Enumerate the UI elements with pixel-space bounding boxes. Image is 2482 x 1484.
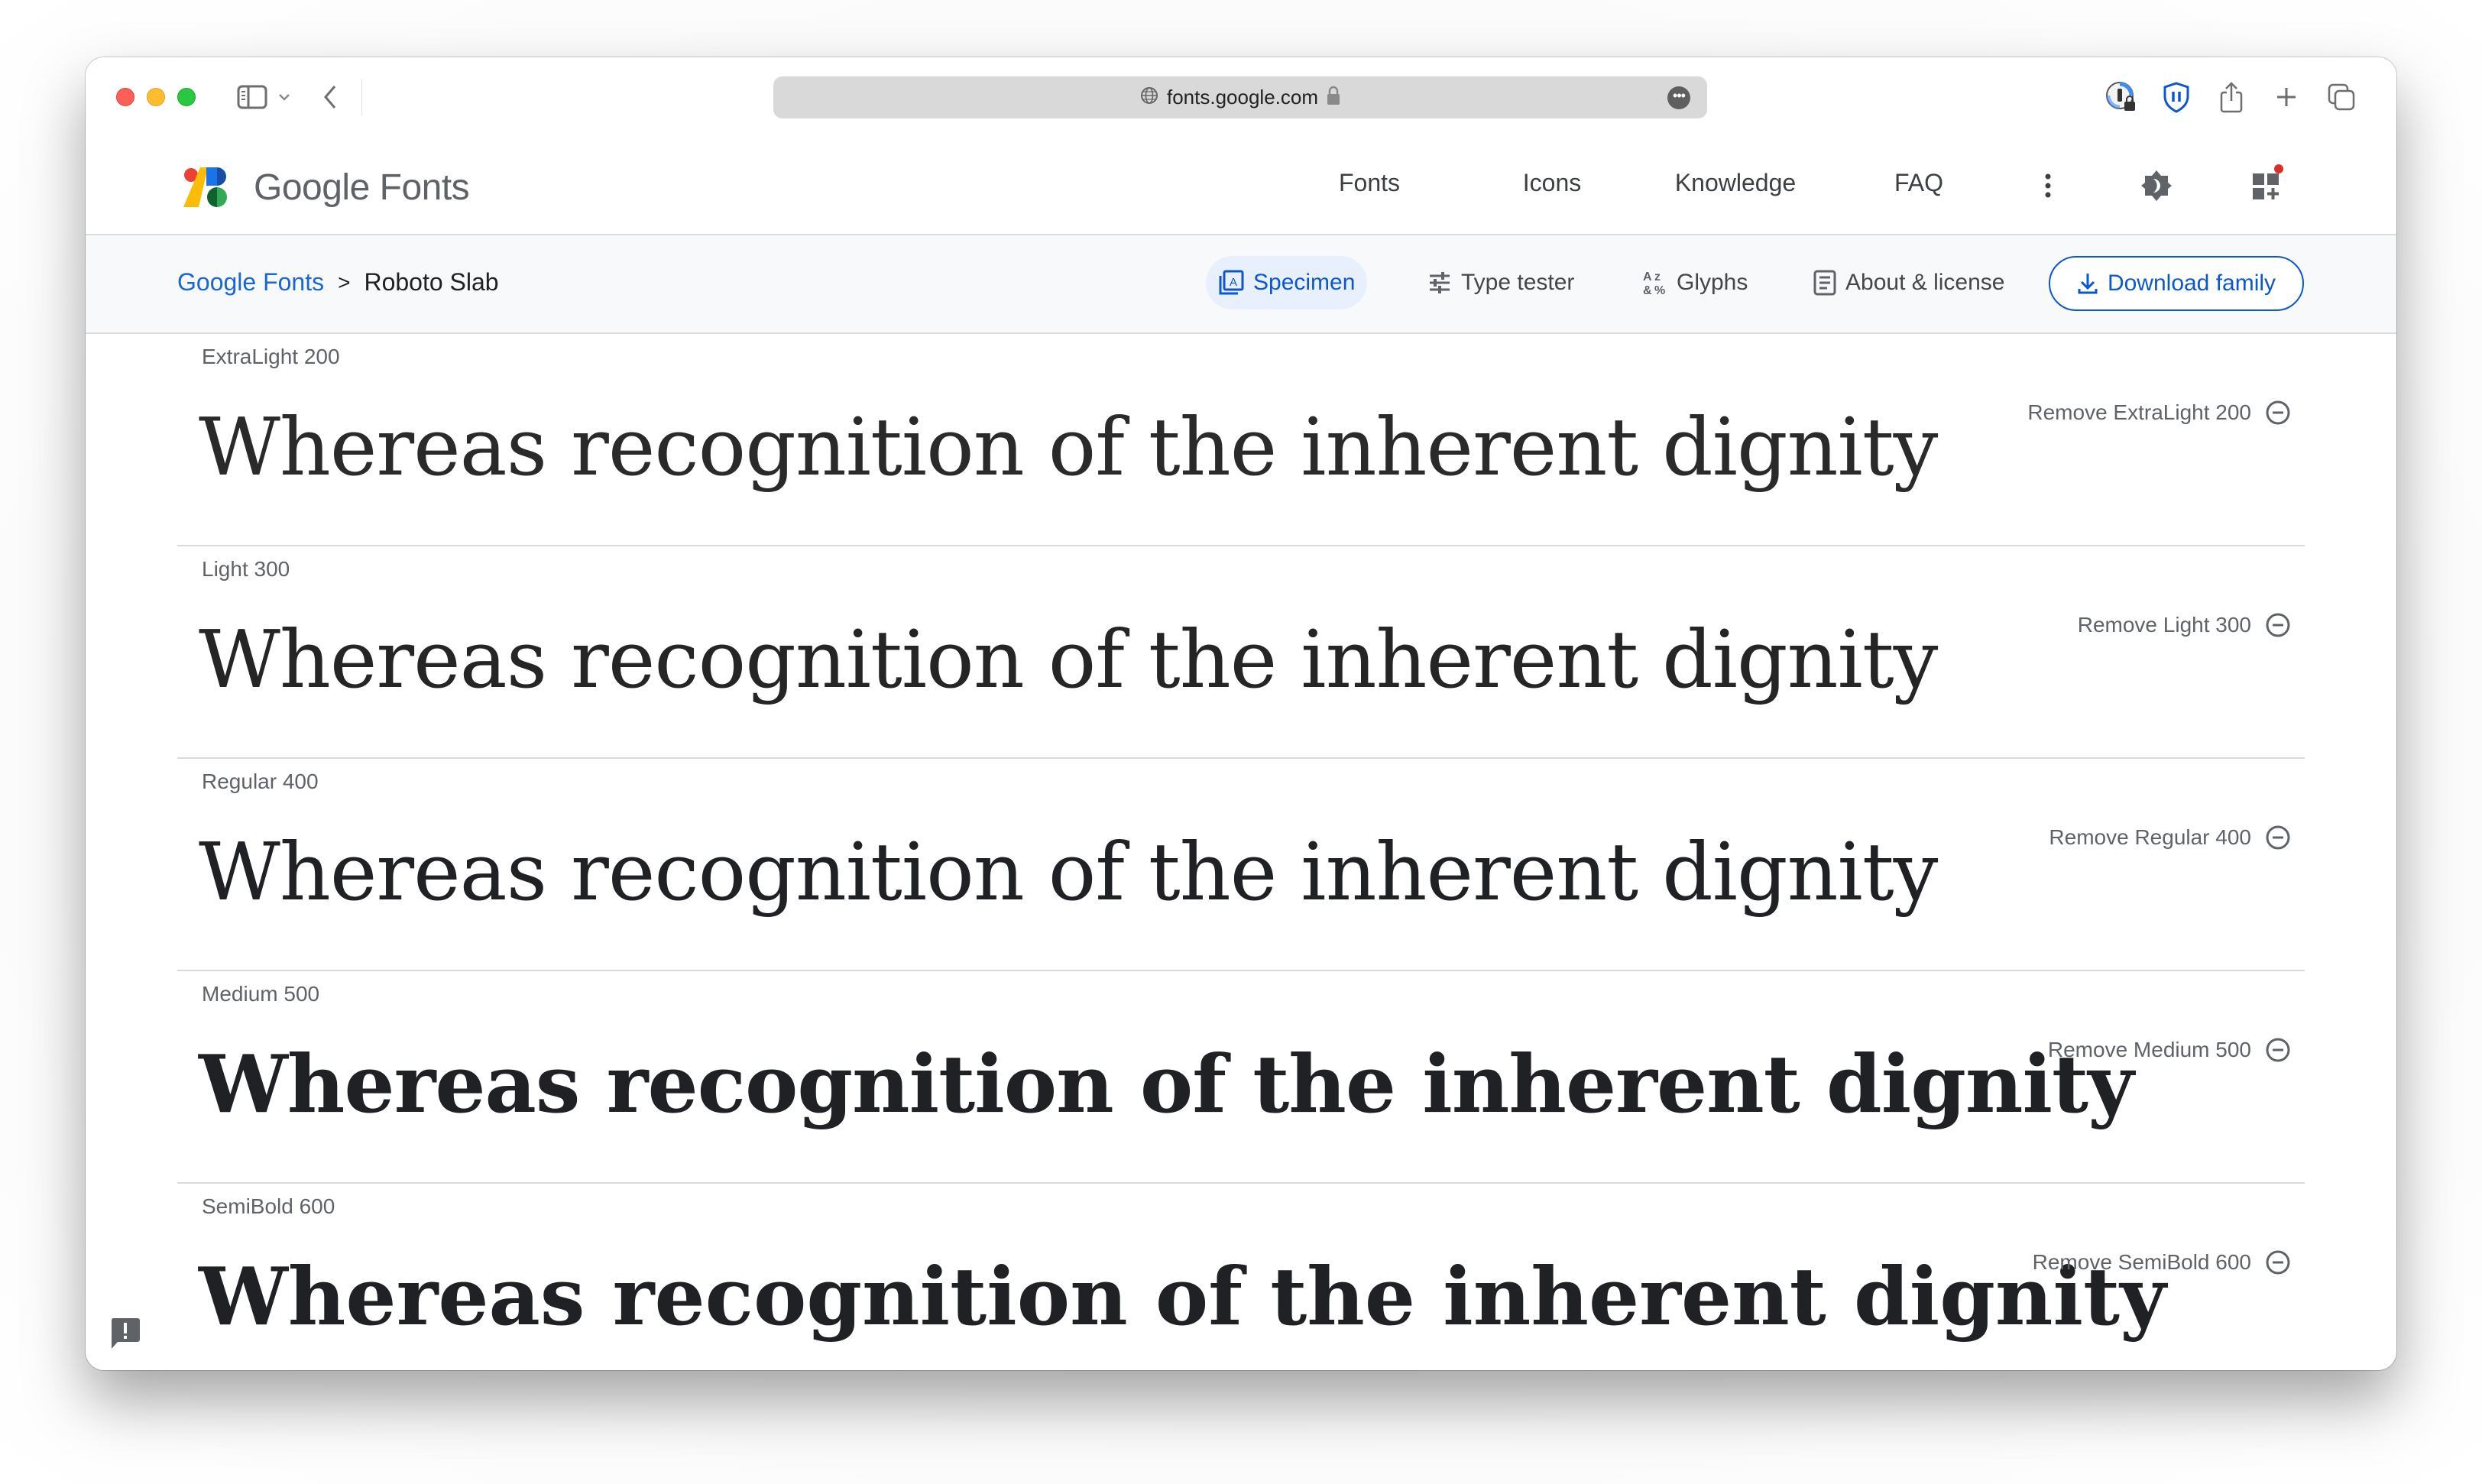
remove-style-label: Remove Medium 500: [2047, 1038, 2251, 1061]
remove-circle-icon: [2266, 1038, 2290, 1062]
password-manager-icon[interactable]: [2103, 79, 2140, 115]
breadcrumb-current: Roboto Slab: [364, 268, 499, 296]
nav-knowledge[interactable]: Knowledge: [1675, 169, 1796, 197]
svg-text:A: A: [1643, 271, 1652, 284]
glyphs-icon: Az&%: [1643, 271, 1665, 296]
style-specimen-text[interactable]: Whereas recognition of the inherent dign…: [199, 825, 1938, 920]
sliders-icon: [1430, 272, 1450, 293]
style-row: ExtraLight 200 Whereas recognition of th…: [177, 334, 2305, 546]
style-label: ExtraLight 200: [202, 345, 340, 368]
feedback-icon[interactable]: [110, 1317, 141, 1350]
style-label: Medium 500: [202, 982, 320, 1006]
logo-text: Google Fonts: [254, 167, 470, 208]
svg-text:A: A: [1230, 276, 1237, 289]
notification-dot: [2274, 164, 2283, 173]
nav-faq[interactable]: FAQ: [1894, 169, 1943, 197]
article-icon: [1813, 270, 1836, 296]
remove-circle-icon: [2266, 400, 2290, 425]
style-specimen-text[interactable]: Whereas recognition of the inherent dign…: [199, 612, 1938, 708]
nav-icons[interactable]: Icons: [1523, 169, 1581, 197]
styles-list: ExtraLight 200 Whereas recognition of th…: [86, 334, 2396, 1370]
style-label: Regular 400: [202, 770, 319, 793]
remove-circle-icon: [2266, 613, 2290, 637]
minimize-window-button[interactable]: [147, 88, 165, 106]
remove-style-label: Remove SemiBold 600: [2032, 1250, 2251, 1274]
svg-text:&: &: [1643, 284, 1652, 296]
style-specimen-text[interactable]: Whereas recognition of the inherent dign…: [199, 1249, 2166, 1345]
zoom-window-button[interactable]: [177, 88, 196, 106]
style-row: SemiBold 600 Whereas recognition of the …: [177, 1184, 2305, 1370]
browser-window: fonts.google.com ••• Google Fonts Fonts …: [86, 57, 2396, 1370]
browser-toolbar: fonts.google.com •••: [86, 57, 2396, 141]
theme-toggle-icon[interactable]: [2135, 164, 2178, 207]
remove-style-button[interactable]: Remove Regular 400: [2049, 825, 2291, 851]
breadcrumb-google-fonts[interactable]: Google Fonts: [177, 268, 324, 296]
style-specimen-text[interactable]: Whereas recognition of the inherent dign…: [199, 400, 1938, 495]
specimen-icon: A: [1219, 270, 1244, 295]
back-icon[interactable]: [315, 79, 345, 115]
svg-text:%: %: [1654, 284, 1665, 296]
remove-circle-icon: [2266, 1250, 2290, 1275]
sidebar-icon[interactable]: [231, 79, 274, 115]
privacy-shield-icon[interactable]: [2158, 79, 2195, 115]
remove-style-button[interactable]: Remove ExtraLight 200: [2027, 400, 2291, 426]
site-header: Google Fonts Fonts Icons Knowledge FAQ: [86, 141, 2396, 235]
tab-type-tester[interactable]: Type tester: [1415, 256, 1586, 309]
address-bar[interactable]: fonts.google.com •••: [773, 76, 1707, 118]
more-vert-icon[interactable]: [2027, 164, 2069, 207]
remove-style-label: Remove Light 300: [2077, 613, 2251, 637]
breadcrumb: Google Fonts > Roboto Slab: [177, 268, 499, 296]
tab-specimen[interactable]: A Specimen: [1206, 256, 1368, 309]
tab-glyphs[interactable]: Az &% Glyphs: [1629, 256, 1760, 309]
tab-about-license-label: About & license: [1845, 270, 2005, 295]
tab-specimen-label: Specimen: [1253, 270, 1356, 295]
nav-fonts[interactable]: Fonts: [1339, 169, 1400, 197]
style-label: Light 300: [202, 557, 290, 581]
google-fonts-logo-icon: [183, 167, 227, 207]
google-fonts-logo[interactable]: Google Fonts: [183, 166, 470, 209]
remove-style-button[interactable]: Remove Light 300: [2078, 612, 2291, 638]
style-row: Regular 400 Whereas recognition of the i…: [177, 759, 2305, 971]
more-icon[interactable]: •••: [1667, 86, 1690, 109]
new-tab-icon[interactable]: [2268, 79, 2305, 115]
family-subheader: Google Fonts > Roboto Slab A Specimen Ty…: [86, 235, 2396, 334]
globe-icon: [1139, 86, 1159, 109]
style-row: Medium 500 Whereas recognition of the in…: [177, 971, 2305, 1184]
remove-style-button[interactable]: Remove Medium 500: [2048, 1037, 2291, 1063]
lock-icon: [1326, 85, 1341, 110]
url-text: fonts.google.com: [1166, 86, 1318, 109]
remove-circle-icon: [2266, 825, 2290, 850]
remove-style-label: Remove ExtraLight 200: [2027, 400, 2251, 424]
chevron-down-icon[interactable]: [273, 79, 296, 115]
breadcrumb-separator: >: [338, 270, 351, 294]
tabs-overview-icon[interactable]: [2323, 79, 2360, 115]
style-row: Light 300 Whereas recognition of the inh…: [177, 546, 2305, 759]
close-window-button[interactable]: [116, 88, 134, 106]
download-family-button[interactable]: Download family: [2049, 256, 2304, 311]
toolbar-divider: [361, 79, 362, 115]
tab-type-tester-label: Type tester: [1461, 270, 1575, 295]
style-specimen-text[interactable]: Whereas recognition of the inherent dign…: [199, 1037, 2134, 1132]
tab-about-license[interactable]: About & license: [1801, 256, 2017, 309]
remove-style-button[interactable]: Remove SemiBold 600: [2033, 1249, 2291, 1275]
style-label: SemiBold 600: [202, 1194, 335, 1218]
share-icon[interactable]: [2213, 79, 2250, 115]
apps-add-icon[interactable]: [2245, 164, 2288, 207]
tab-glyphs-label: Glyphs: [1677, 270, 1748, 295]
download-family-label: Download family: [2107, 271, 2276, 296]
svg-text:z: z: [1654, 271, 1661, 284]
download-icon: [2078, 274, 2098, 294]
remove-style-label: Remove Regular 400: [2049, 825, 2251, 849]
